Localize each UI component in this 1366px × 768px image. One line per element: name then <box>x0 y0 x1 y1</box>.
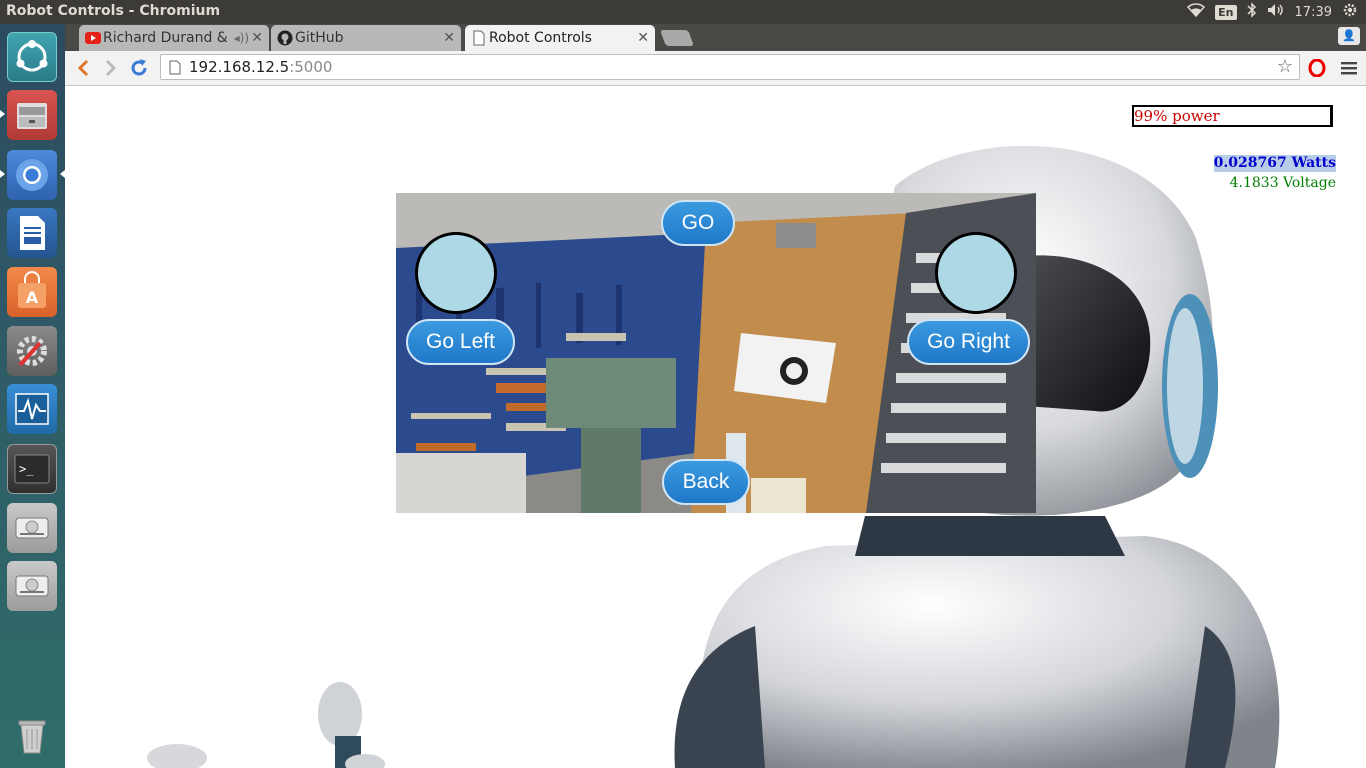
unity-launcher: A >_ <box>0 24 65 768</box>
web-page: 99% power 0.028767 Watts 4.1833 Voltage <box>65 86 1366 768</box>
github-icon <box>277 30 293 46</box>
system-top-bar: Robot Controls - Chromium En 17:39 <box>0 0 1366 24</box>
svg-text:A: A <box>26 288 39 307</box>
software-center-icon[interactable]: A <box>7 267 57 317</box>
menu-icon[interactable] <box>1337 56 1361 80</box>
browser-tab-strip: Richard Durand & ◂)) ✕ GitHub ✕ Robot Co… <box>65 24 1366 51</box>
system-tray: En 17:39 <box>1187 0 1358 24</box>
watts-readout: 0.028767 Watts <box>1213 155 1336 172</box>
close-tab-icon[interactable]: ✕ <box>251 25 263 51</box>
reload-icon[interactable] <box>127 56 151 80</box>
volume-icon[interactable] <box>1267 3 1285 21</box>
close-tab-icon[interactable]: ✕ <box>443 25 455 51</box>
url-host: 192.168.12.5 <box>189 58 290 76</box>
go-right-button[interactable]: Go Right <box>907 319 1030 365</box>
tab-label: GitHub <box>295 30 344 46</box>
page-info-icon[interactable] <box>169 60 181 75</box>
bluetooth-icon[interactable] <box>1247 2 1257 22</box>
chromium-icon[interactable] <box>7 150 57 200</box>
speaker-icon[interactable]: ◂)) <box>234 25 249 51</box>
ubuntu-dash-icon[interactable] <box>7 32 57 82</box>
youtube-icon <box>85 32 101 44</box>
tab-robot-controls[interactable]: Robot Controls ✕ <box>465 25 655 51</box>
power-meter: 99% power <box>1132 105 1333 127</box>
running-indicator <box>0 170 5 178</box>
power-label: 99% power <box>1134 107 1220 125</box>
files-icon[interactable] <box>7 90 57 140</box>
clock[interactable]: 17:39 <box>1295 5 1332 20</box>
back-button[interactable]: Back <box>662 459 750 505</box>
running-indicator <box>0 110 5 118</box>
system-settings-icon[interactable] <box>7 326 57 376</box>
opera-extension-icon[interactable] <box>1305 56 1329 80</box>
forward-nav-icon[interactable] <box>99 56 123 80</box>
url-port: :5000 <box>289 58 333 76</box>
drive-icon[interactable] <box>7 561 57 611</box>
keyboard-layout-indicator[interactable]: En <box>1215 4 1237 20</box>
left-joystick[interactable] <box>415 232 497 314</box>
writer-icon[interactable] <box>7 208 57 258</box>
back-nav-icon[interactable] <box>71 56 95 80</box>
go-button[interactable]: GO <box>661 200 735 246</box>
tab-github[interactable]: GitHub ✕ <box>271 25 461 51</box>
go-left-button[interactable]: Go Left <box>406 319 515 365</box>
svg-text:>_: >_ <box>19 462 34 476</box>
window-title: Robot Controls - Chromium <box>6 3 221 19</box>
close-tab-icon[interactable]: ✕ <box>637 25 649 51</box>
tab-label: Robot Controls <box>489 30 592 46</box>
page-icon <box>473 30 485 46</box>
url-text[interactable]: 192.168.12.5:5000 <box>189 58 332 76</box>
profile-button[interactable]: 👤 <box>1338 27 1360 45</box>
bookmark-star-icon[interactable]: ☆ <box>1277 56 1293 77</box>
new-tab-button[interactable] <box>660 30 694 46</box>
tab-label: Richard Durand & <box>103 30 228 46</box>
address-bar[interactable]: 192.168.12.5:5000 ☆ <box>160 54 1300 80</box>
browser-toolbar: 192.168.12.5:5000 ☆ <box>65 51 1366 86</box>
terminal-icon[interactable]: >_ <box>7 444 57 494</box>
system-monitor-icon[interactable] <box>7 384 57 434</box>
settings-gear-icon[interactable] <box>1342 2 1358 22</box>
trash-icon[interactable] <box>7 710 57 760</box>
voltage-readout: 4.1833 Voltage <box>1229 175 1336 191</box>
camera-feed: GO Go Left Go Right Back <box>396 193 1036 513</box>
right-joystick[interactable] <box>935 232 1017 314</box>
tab-youtube[interactable]: Richard Durand & ◂)) ✕ <box>79 25 269 51</box>
drive-icon[interactable] <box>7 503 57 553</box>
wifi-icon[interactable] <box>1187 3 1206 21</box>
